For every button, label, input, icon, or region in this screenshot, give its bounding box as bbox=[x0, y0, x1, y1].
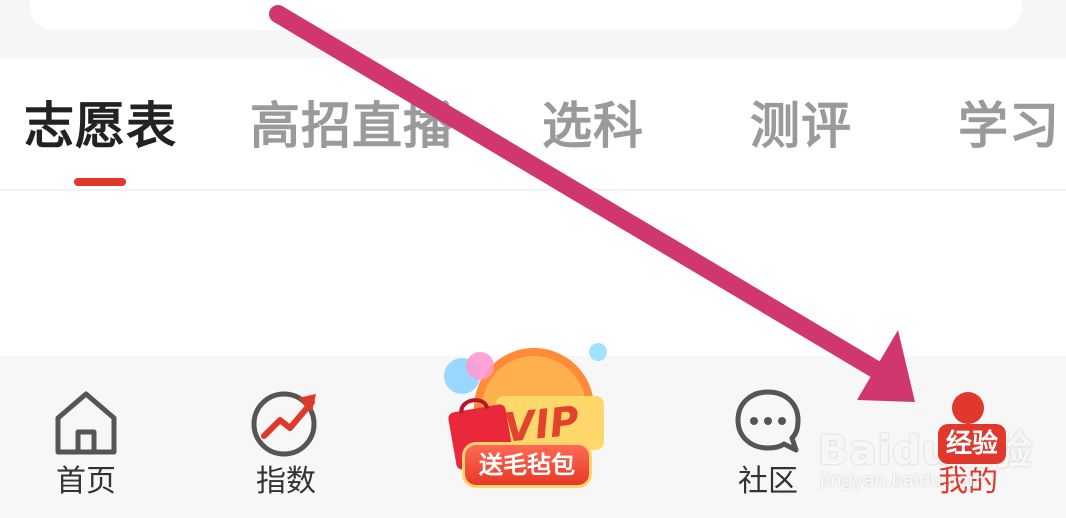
watermark-badge: 经验 bbox=[938, 424, 1006, 464]
search-card bbox=[30, 0, 1022, 30]
home-icon bbox=[55, 391, 117, 455]
tab-live-broadcast[interactable]: 高招直播 bbox=[250, 86, 454, 166]
nav-item-index[interactable]: 指数 bbox=[226, 386, 346, 516]
top-tab-bar: 志愿表 高招直播 选科 测评 学习 bbox=[0, 58, 1066, 190]
watermark-url: jingyan.baidu.com bbox=[820, 470, 987, 491]
vip-gift-button[interactable]: 送毛毡包 bbox=[462, 442, 592, 488]
trend-chart-icon bbox=[251, 391, 317, 457]
nav-label-index: 指数 bbox=[256, 464, 316, 499]
tab-assessment[interactable]: 测评 bbox=[750, 86, 852, 166]
tab-subject-selection[interactable]: 选科 bbox=[542, 86, 644, 166]
active-tab-indicator bbox=[74, 178, 126, 186]
chat-bubble-icon bbox=[735, 389, 801, 453]
tab-study[interactable]: 学习 bbox=[958, 86, 1060, 166]
nav-item-home[interactable]: 首页 bbox=[26, 386, 146, 516]
content-area bbox=[0, 191, 1066, 356]
nav-label-community: 社区 bbox=[738, 464, 798, 499]
vip-promo-button[interactable]: VIP 送毛毡包 bbox=[432, 336, 622, 496]
tab-volunteer-table[interactable]: 志愿表 bbox=[24, 86, 177, 166]
nav-label-home: 首页 bbox=[56, 464, 116, 499]
nav-item-community[interactable]: 社区 bbox=[708, 386, 828, 516]
